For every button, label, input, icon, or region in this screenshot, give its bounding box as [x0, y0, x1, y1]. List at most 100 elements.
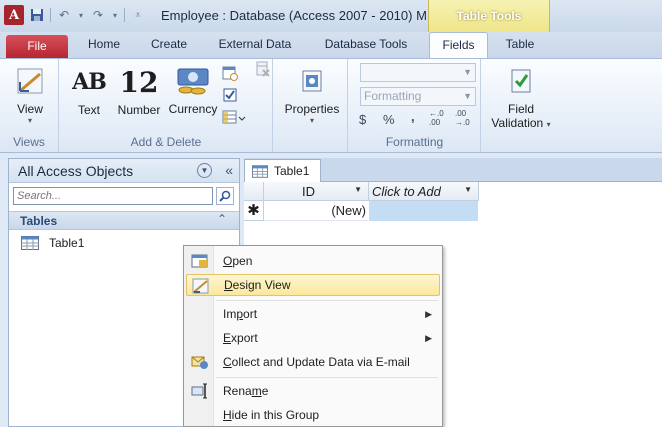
tab-create[interactable]: Create: [140, 32, 198, 58]
currency-format-button[interactable]: $: [359, 112, 366, 127]
properties-button[interactable]: Properties ▾: [282, 64, 342, 125]
menu-item-export[interactable]: Export ▶: [186, 327, 440, 349]
customize-qat-icon[interactable]: ⩡: [130, 7, 146, 23]
rename-icon: [191, 383, 207, 399]
number-field-icon: 12: [119, 65, 159, 99]
tab-database-tools[interactable]: Database Tools: [314, 32, 418, 58]
formatting-group-label: Formatting: [385, 135, 444, 149]
format-dropdown[interactable]: Formatting ▼: [360, 87, 476, 106]
text-field-button[interactable]: AB Text: [70, 65, 108, 117]
view-button-label: View: [17, 102, 43, 116]
properties-dropdown-icon: ▾: [309, 116, 314, 125]
undo-dropdown-icon[interactable]: ▾: [77, 7, 85, 23]
currency-icon: [176, 64, 210, 98]
increase-decimals-button[interactable]: ←.0 .00: [429, 109, 453, 127]
design-view-icon: [192, 278, 209, 294]
validation-check-icon: [507, 64, 535, 98]
click-to-add-cell[interactable]: [369, 201, 478, 221]
tab-table[interactable]: Table: [494, 32, 546, 58]
comma-style-button[interactable]: ,: [411, 109, 415, 124]
context-menu: Open Design View Import ▶ Export ▶ Colle…: [183, 245, 443, 427]
redo-dropdown-icon[interactable]: ▾: [111, 7, 119, 23]
views-group: View ▾ Views: [0, 59, 59, 152]
search-icon[interactable]: [216, 187, 234, 205]
field-validation-dropdown-icon: ▾: [546, 120, 551, 129]
id-cell-new-record[interactable]: (New): [264, 201, 368, 221]
views-group-label: Views: [13, 135, 45, 149]
decrease-decimals-button[interactable]: .00 →.0: [455, 109, 479, 127]
menu-item-label: Import: [223, 307, 258, 321]
navigation-pane-title: All Access Objects: [18, 163, 134, 179]
tab-fields[interactable]: Fields: [429, 32, 488, 59]
menu-item-collect-data[interactable]: Collect and Update Data via E-mail: [186, 351, 440, 373]
title-bar: A ↶ ▾ ↷ ▾ ⩡ Employee : Database (Access …: [0, 0, 662, 32]
text-field-label: Text: [77, 103, 100, 117]
context-group-label: Table Tools: [456, 9, 522, 23]
submenu-arrow-icon: ▶: [425, 309, 432, 319]
delete-field-icon[interactable]: [254, 61, 270, 77]
field-validation-label-line2: Validation ▾: [491, 116, 551, 130]
menu-item-rename[interactable]: Rename: [186, 380, 440, 402]
window-title: Employee : Database (Access 2007 - 2010)…: [161, 8, 427, 23]
view-dropdown-icon: ▾: [27, 116, 32, 125]
table-icon: [252, 164, 268, 178]
menu-item-hide-in-group[interactable]: Hide in this Group: [186, 404, 440, 426]
collapse-group-icon[interactable]: ⌃: [217, 212, 227, 226]
number-field-label: Number: [117, 103, 161, 117]
properties-group: Properties ▾: [274, 59, 348, 152]
date-time-icon[interactable]: [222, 65, 238, 81]
menu-separator: [216, 377, 438, 378]
number-field-button[interactable]: 12 Number: [114, 65, 164, 118]
shutter-bar-collapse-icon[interactable]: «: [225, 162, 233, 178]
qat-separator: [124, 8, 125, 22]
menu-item-design-view[interactable]: Design View: [186, 274, 440, 296]
document-tab-table1[interactable]: Table1: [244, 159, 321, 182]
currency-field-label: Currency: [168, 102, 218, 116]
menu-item-label: Design View: [224, 278, 291, 292]
submenu-arrow-icon: ▶: [425, 333, 432, 343]
formatting-group: ▼ Formatting ▼ $ % , ←.0 .00 .00 →.0 For…: [349, 59, 481, 152]
column-header-label: Click to Add: [372, 184, 441, 199]
menu-item-label: Rename: [223, 384, 269, 398]
save-icon[interactable]: [29, 7, 45, 23]
redo-icon[interactable]: ↷: [90, 7, 106, 23]
properties-icon: [298, 64, 326, 98]
field-validation-label-line1: Field: [507, 102, 534, 116]
menu-item-open[interactable]: Open: [186, 250, 440, 272]
nav-menu-dropdown-icon[interactable]: ▼: [197, 163, 212, 178]
more-fields-icon[interactable]: [222, 109, 246, 125]
select-all-corner[interactable]: [244, 182, 264, 201]
yes-no-checkbox-icon[interactable]: [222, 87, 238, 103]
add-delete-group-label: Add & Delete: [130, 135, 202, 149]
view-button[interactable]: View ▾: [10, 64, 50, 125]
chevron-down-icon: ▼: [463, 67, 472, 77]
access-app-icon[interactable]: A: [4, 5, 24, 25]
design-view-icon: [15, 64, 45, 98]
column-header-click-to-add[interactable]: Click to Add ▼: [369, 182, 479, 201]
chevron-down-icon[interactable]: ▼: [464, 185, 472, 194]
undo-icon[interactable]: ↶: [56, 7, 72, 23]
nav-item-table1[interactable]: Table1: [21, 234, 84, 252]
tables-group-label: Tables: [20, 214, 58, 228]
tables-group-header[interactable]: Tables ⌃: [9, 211, 239, 230]
field-validation-button[interactable]: Field Validation ▾: [486, 64, 556, 130]
menu-item-label: Hide in this Group: [223, 408, 320, 422]
currency-field-button[interactable]: Currency: [165, 64, 221, 116]
field-validation-group: Field Validation ▾: [482, 59, 562, 152]
nav-item-label: Table1: [49, 236, 85, 250]
collect-data-email-icon: [191, 356, 208, 369]
navigation-search-input[interactable]: [13, 187, 213, 205]
tab-file[interactable]: File: [6, 35, 68, 58]
percent-format-button[interactable]: %: [383, 112, 395, 127]
column-header-id[interactable]: ID ▼: [264, 182, 369, 201]
menu-item-import[interactable]: Import ▶: [186, 303, 440, 325]
menu-item-label: Open: [223, 254, 253, 268]
tab-external-data[interactable]: External Data: [208, 32, 302, 58]
navigation-pane-header[interactable]: All Access Objects ▼ «: [9, 159, 239, 183]
tab-home[interactable]: Home: [76, 32, 132, 58]
new-record-marker[interactable]: ✱: [244, 201, 264, 221]
quick-access-toolbar: A ↶ ▾ ↷ ▾ ⩡: [4, 5, 146, 25]
chevron-down-icon[interactable]: ▼: [354, 185, 362, 194]
document-tab-strip: Table1: [244, 158, 662, 182]
data-type-dropdown[interactable]: ▼: [360, 63, 476, 82]
